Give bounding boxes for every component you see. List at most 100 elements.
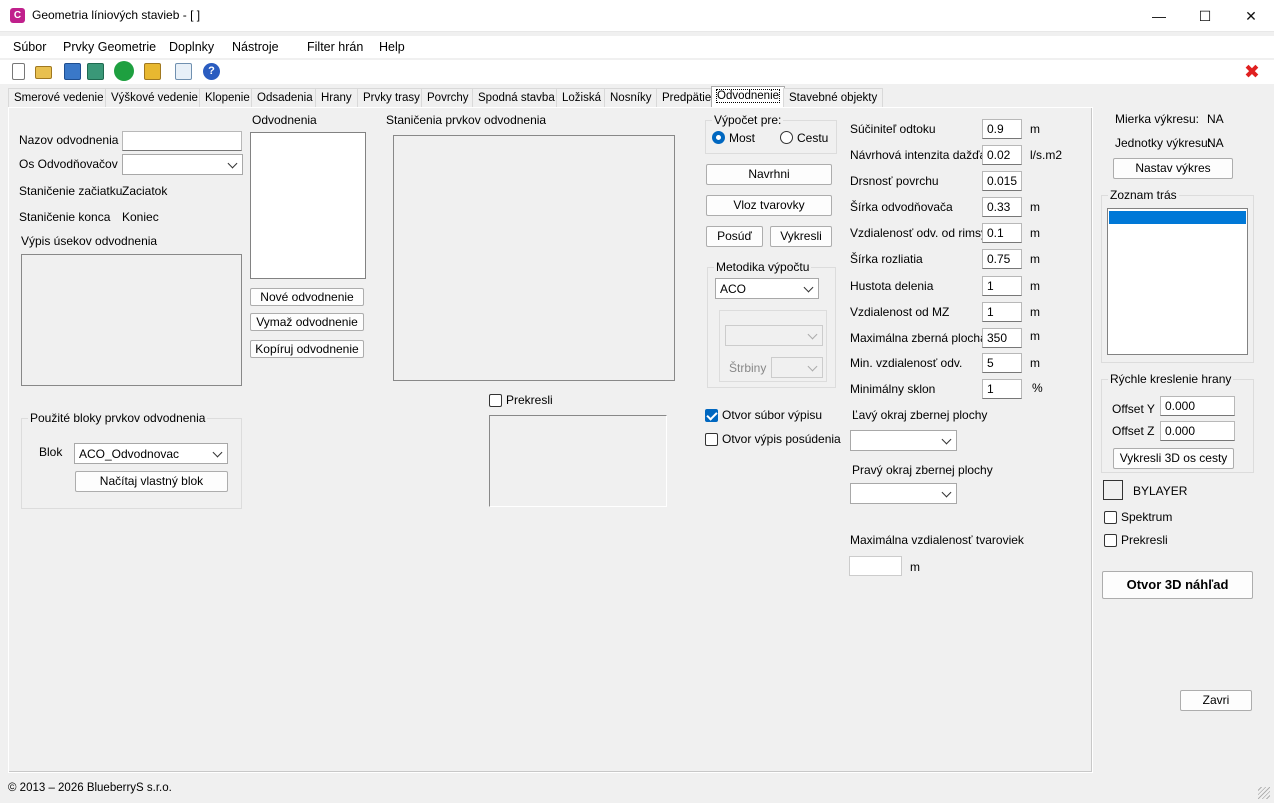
new-file-icon[interactable]: [12, 63, 25, 80]
vypis-usekov-box[interactable]: [21, 254, 242, 386]
param-label: Vzdialenosť odv. od rimsy: [850, 226, 988, 240]
tab-odsadenia[interactable]: Odsadenia: [251, 88, 319, 107]
tab-hrany[interactable]: Hrany: [315, 88, 358, 107]
vykresli-3d-os-button[interactable]: Vykresli 3D os cesty: [1113, 448, 1234, 469]
param-input[interactable]: 0.1: [982, 223, 1022, 243]
tab-stavebne-objekty[interactable]: Stavebné objekty: [783, 88, 884, 107]
menu-doplnky[interactable]: Doplnky: [169, 40, 214, 54]
maximize-button[interactable]: ☐: [1182, 0, 1228, 32]
prekresli-checkbox[interactable]: [489, 394, 502, 407]
param-input[interactable]: 1: [982, 302, 1022, 322]
param-input[interactable]: 350: [982, 328, 1022, 348]
spektrum-label: Spektrum: [1121, 510, 1173, 524]
param-label: Min. vzdialenosť odv.: [850, 356, 963, 370]
nastav-vykres-button[interactable]: Nastav výkres: [1113, 158, 1233, 179]
stanicenie-zaciatku-value: Zaciatok: [122, 184, 168, 198]
menu-nastroje[interactable]: Nástroje: [232, 40, 279, 54]
export-icon[interactable]: [175, 63, 192, 80]
kopiruj-odvodnenie-button[interactable]: Kopíruj odvodnenie: [250, 340, 364, 358]
metodika-select[interactable]: ACO: [715, 278, 819, 299]
spektrum-checkbox[interactable]: [1104, 511, 1117, 524]
tab-spodna-stavba[interactable]: Spodná stavba: [472, 88, 561, 107]
os-odvodnovacov-select[interactable]: [122, 154, 243, 175]
folder-settings-icon[interactable]: [144, 63, 161, 80]
vloz-tvarovky-button[interactable]: Vloz tvarovky: [706, 195, 832, 216]
otvor-3d-nahlad-button[interactable]: Otvor 3D náhľad: [1102, 571, 1253, 599]
stanicenie-konca-label: Staničenie konca: [19, 210, 111, 224]
color-swatch[interactable]: [1103, 480, 1123, 500]
nazov-label: Nazov odvodnenia: [19, 133, 119, 147]
strbiny-select: [771, 357, 823, 378]
param-input[interactable]: 0.33: [982, 197, 1022, 217]
vykresli-button[interactable]: Vykresli: [770, 226, 832, 247]
param-label: Maximálna zberná plocha: [850, 331, 987, 345]
close-red-icon[interactable]: ✖: [1244, 61, 1260, 84]
param-unit: m: [1030, 329, 1040, 343]
param-input[interactable]: 1: [982, 276, 1022, 296]
most-radio[interactable]: [712, 131, 725, 144]
tab-klopenie[interactable]: Klopenie: [199, 88, 256, 107]
tab-prvky-trasy[interactable]: Prvky trasy: [357, 88, 426, 107]
resize-grip[interactable]: [1258, 787, 1270, 799]
offset-z-label: Offset Z: [1112, 424, 1155, 438]
posud-button[interactable]: Posúď: [706, 226, 763, 247]
menu-bar: Súbor Prvky Geometrie Doplnky Nástroje F…: [0, 36, 1274, 58]
otvor-posudenia-checkbox[interactable]: [705, 433, 718, 446]
menu-help[interactable]: Help: [379, 40, 405, 54]
save-as-icon[interactable]: [87, 63, 104, 80]
navrhni-button[interactable]: Navrhni: [706, 164, 832, 185]
zavri-button[interactable]: Zavri: [1180, 690, 1252, 711]
param-unit: l/s.m2: [1030, 148, 1063, 162]
lavy-okraj-select[interactable]: [850, 430, 957, 451]
minimize-button[interactable]: —: [1136, 0, 1182, 32]
menu-filter-hran[interactable]: Filter hrán: [307, 40, 363, 54]
param-unit: m: [1030, 305, 1040, 319]
tab-vyskove-vedenie[interactable]: Výškové vedenie: [105, 88, 204, 107]
strbiny-label: Štrbiny: [729, 361, 767, 375]
nove-odvodnenie-button[interactable]: Nové odvodnenie: [250, 288, 364, 306]
stanicenie-konca-value: Koniec: [122, 210, 159, 224]
max-tvaroviek-input[interactable]: [849, 556, 902, 576]
refresh-icon[interactable]: [114, 61, 134, 81]
zoznam-tras-list[interactable]: [1107, 208, 1248, 355]
help-icon[interactable]: ?: [203, 63, 220, 80]
param-input[interactable]: 1: [982, 379, 1022, 399]
stanicenia-box[interactable]: [393, 135, 675, 381]
param-input[interactable]: 0.015: [982, 171, 1022, 191]
param-input[interactable]: 0.9: [982, 119, 1022, 139]
tab-predpatie[interactable]: Predpätie: [656, 88, 718, 107]
otvor-subor-checkbox[interactable]: [705, 409, 718, 422]
open-folder-icon[interactable]: [35, 66, 52, 79]
tab-smerove-vedenie[interactable]: Smerové vedenie: [8, 88, 110, 107]
close-window-button[interactable]: ✕: [1228, 0, 1274, 32]
offset-y-input[interactable]: 0.000: [1160, 396, 1235, 416]
tab-povrchy[interactable]: Povrchy: [421, 88, 475, 107]
vypocet-title: Výpočet pre:: [712, 113, 784, 127]
offset-z-input[interactable]: 0.000: [1160, 421, 1235, 441]
param-input[interactable]: 0.75: [982, 249, 1022, 269]
odvodnenia-list[interactable]: [250, 132, 366, 279]
lavy-okraj-label: Ľavý okraj zbernej plochy: [852, 408, 988, 422]
param-input[interactable]: 0.02: [982, 145, 1022, 165]
vymaz-odvodnenie-button[interactable]: Vymaž odvodnenie: [250, 313, 364, 331]
nacitaj-blok-button[interactable]: Načítaj vlastný blok: [75, 471, 228, 492]
blok-select[interactable]: ACO_Odvodnovac: [74, 443, 228, 464]
preview-box: [489, 415, 667, 507]
save-icon[interactable]: [64, 63, 81, 80]
cestu-radio[interactable]: [780, 131, 793, 144]
nazov-input[interactable]: [122, 131, 242, 151]
tab-nosniky[interactable]: Nosníky: [604, 88, 658, 107]
menu-prvky-geometrie[interactable]: Prvky Geometrie: [63, 40, 156, 54]
toolbar: ? ✖: [0, 60, 1274, 84]
pravy-okraj-select[interactable]: [850, 483, 957, 504]
param-input[interactable]: 5: [982, 353, 1022, 373]
rychle-kreslenie-title: Rýchle kreslenie hrany: [1108, 372, 1234, 386]
menu-subor[interactable]: Súbor: [13, 40, 46, 54]
tab-loziska[interactable]: Ložiská: [556, 88, 607, 107]
param-label: Drsnosť povrchu: [850, 174, 939, 188]
zoznam-tras-title: Zoznam trás: [1108, 188, 1179, 202]
offset-y-label: Offset Y: [1112, 402, 1155, 416]
tab-odvodnenie[interactable]: Odvodnenie: [711, 86, 786, 107]
prekresli-right-checkbox[interactable]: [1104, 534, 1117, 547]
zoznam-tras-selected-row[interactable]: [1109, 211, 1246, 224]
